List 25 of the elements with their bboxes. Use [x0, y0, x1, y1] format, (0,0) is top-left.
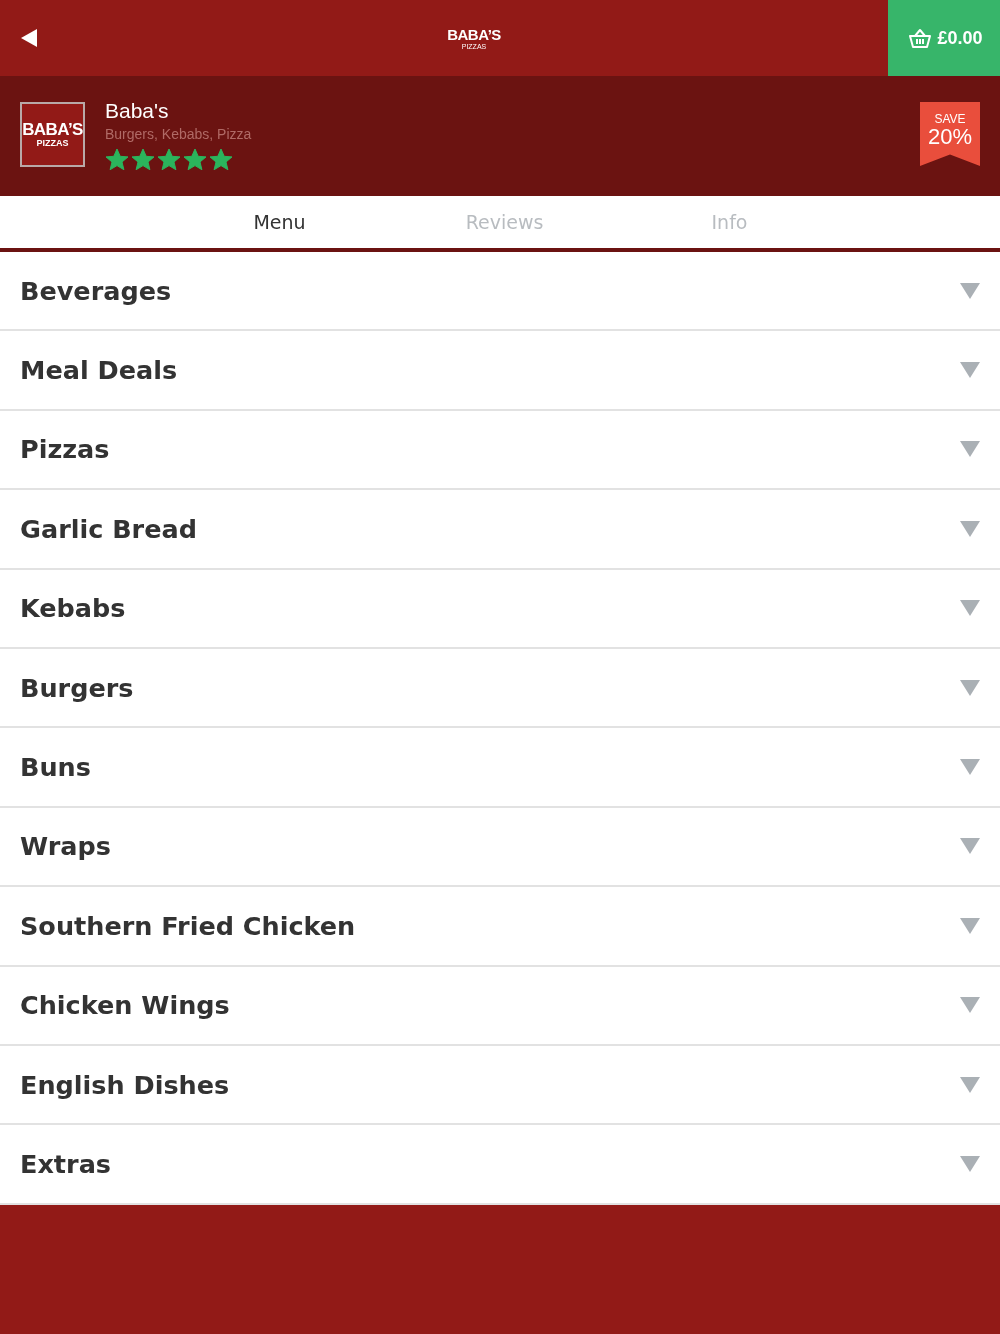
- star-icon: [183, 148, 207, 172]
- tab[interactable]: Menu: [167, 196, 392, 248]
- category-name: Pizzas: [20, 434, 110, 465]
- star-icon: [105, 148, 129, 172]
- category-name: Garlic Bread: [20, 513, 197, 544]
- category-name: Buns: [20, 752, 91, 783]
- category-name: Extras: [20, 1149, 112, 1179]
- category-name: Meal Deals: [20, 355, 178, 386]
- category-name: Southern Fried Chicken: [20, 910, 356, 941]
- back-arrow-icon: [21, 29, 37, 47]
- star-icon: [157, 148, 181, 172]
- discount-label: SAVE: [934, 113, 966, 125]
- basket-icon: [909, 28, 932, 48]
- discount-value: 20%: [927, 126, 972, 148]
- restaurant-name: Baba's: [105, 100, 170, 121]
- star-icon: [131, 148, 155, 172]
- category-name: Wraps: [20, 831, 111, 862]
- restaurant-logo: BABA’S PIZZAS: [20, 102, 85, 167]
- cuisine-list: Burgers, Kebabs, Pizza: [105, 127, 920, 141]
- category-name: Burgers: [20, 672, 134, 703]
- category-name: English Dishes: [20, 1069, 230, 1100]
- category-name: Kebabs: [20, 593, 126, 624]
- star-icon: [209, 148, 233, 172]
- category-name: Chicken Wings: [20, 990, 230, 1021]
- category-name: Beverages: [20, 275, 172, 306]
